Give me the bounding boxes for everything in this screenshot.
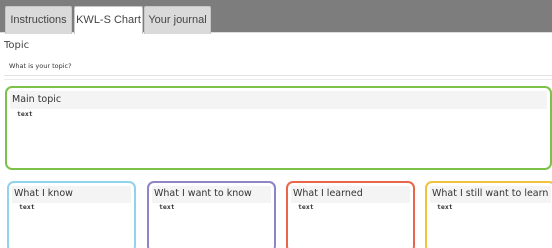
what-i-know-text[interactable]: text [19,203,35,211]
kwl-s-page: Instructions KWL-S Chart Your journal To… [0,0,552,248]
what-i-still-want-to-learn-title: What I still want to learn [432,188,549,199]
what-i-know-panel: What I know text [7,181,136,248]
what-i-want-to-know-title: What I want to know [154,188,252,199]
tab-bar: Instructions KWL-S Chart Your journal [0,0,552,34]
tab-kwl-s-chart[interactable]: KWL-S Chart [74,6,143,34]
tab-instructions-label: Instructions [10,14,67,26]
what-i-still-want-to-learn-text[interactable]: text [437,203,453,211]
what-i-learned-title: What I learned [293,188,363,199]
topic-field[interactable]: What is your topic? [4,58,552,76]
tab-your-journal-label: Your journal [148,14,207,26]
what-i-want-to-know-panel: What I want to know text [147,181,276,248]
divider [4,79,552,80]
tab-kwl-s-chart-label: KWL-S Chart [76,14,141,26]
main-topic-text[interactable]: text [17,110,33,118]
what-i-learned-text[interactable]: text [298,203,314,211]
what-i-know-title: What I know [14,188,73,199]
topic-prompt: What is your topic? [9,62,72,70]
what-i-want-to-know-text[interactable]: text [159,203,175,211]
main-topic-panel: Main topic text [5,86,552,170]
topic-label: Topic [4,40,30,51]
main-topic-title: Main topic [12,94,62,105]
tab-instructions[interactable]: Instructions [5,6,72,34]
tab-your-journal[interactable]: Your journal [144,6,211,34]
what-i-learned-panel: What I learned text [286,181,415,248]
what-i-still-want-to-learn-panel: What I still want to learn text [425,181,552,248]
main-topic-header [10,91,547,109]
